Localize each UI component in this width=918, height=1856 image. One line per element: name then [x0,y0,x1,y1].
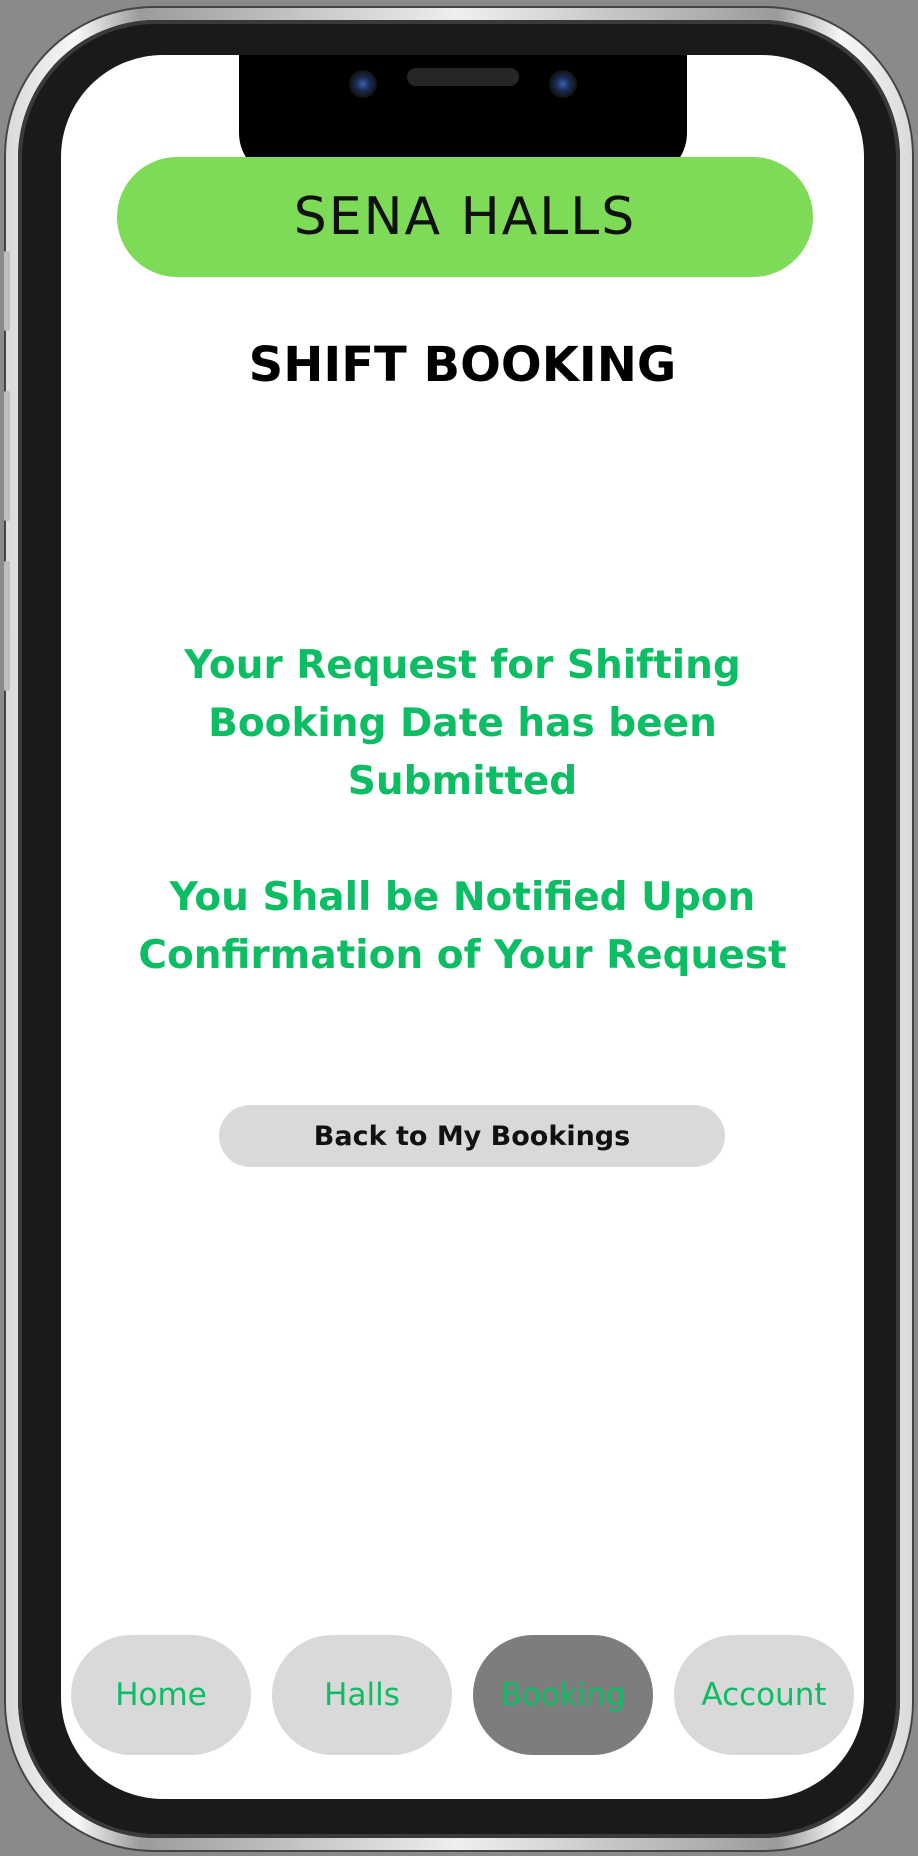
volume-up-button [4,391,10,521]
back-to-bookings-button[interactable]: Back to My Bookings [219,1105,725,1167]
app-header: SENA HALLS [117,157,813,277]
app-screen: SENA HALLS SHIFT BOOKING Your Request fo… [61,55,864,1799]
submitted-message: Your Request for Shifting Booking Date h… [184,643,741,804]
nav-item-booking[interactable]: Booking [473,1635,653,1755]
bottom-nav: Home Halls Booking Account [71,1635,854,1755]
nav-item-home[interactable]: Home [71,1635,251,1755]
app-brand-title: SENA HALLS [293,187,637,247]
nav-item-halls[interactable]: Halls [272,1635,452,1755]
page-title: SHIFT BOOKING [248,337,677,393]
camera-icon [349,70,377,98]
speaker-grille [407,68,519,86]
nav-item-account[interactable]: Account [674,1635,854,1755]
volume-down-button [4,561,10,691]
notify-message: You Shall be Notified Upon Confirmation … [138,875,787,978]
sensor-icon [549,70,577,98]
mute-switch [4,251,10,331]
